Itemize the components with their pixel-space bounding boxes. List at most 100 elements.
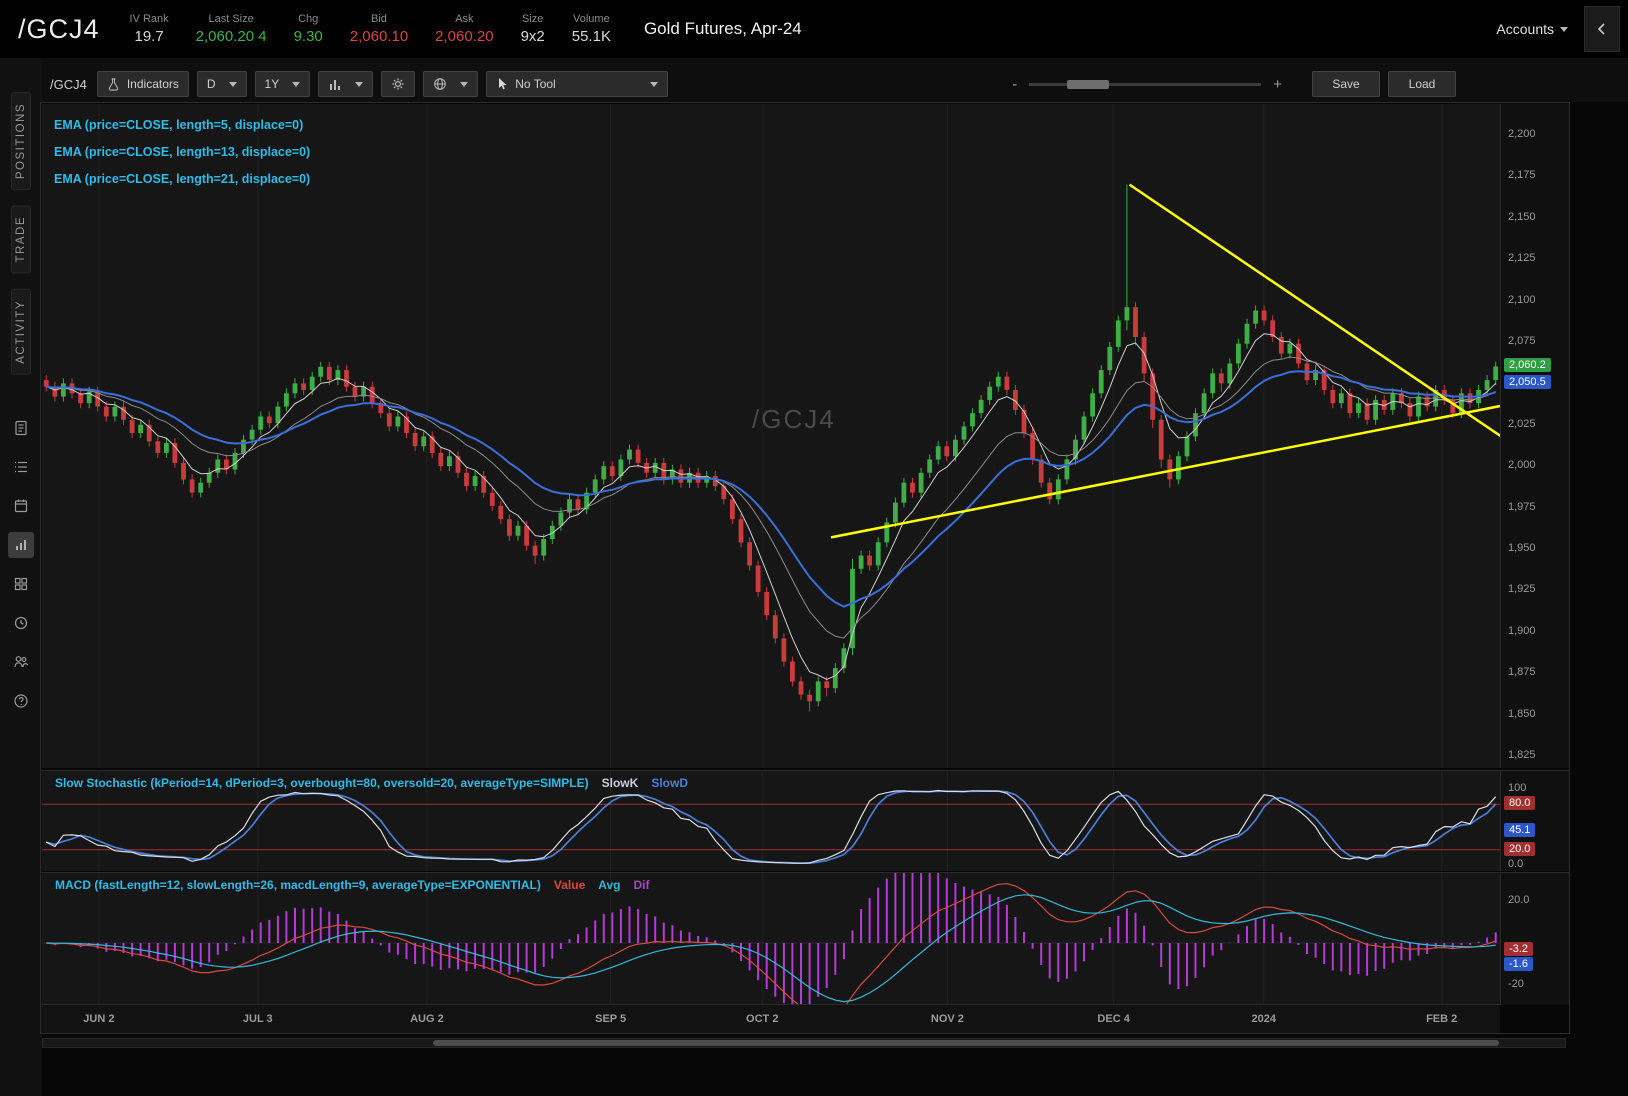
- stochastic-pane[interactable]: Slow Stochastic (kPeriod=14, dPeriod=3, …: [42, 770, 1500, 871]
- indicators-flask-icon: [108, 77, 118, 91]
- axis-tick: 1,950: [1508, 541, 1536, 554]
- chart-icon[interactable]: [8, 532, 34, 559]
- zoom-slider-thumb[interactable]: [1067, 79, 1110, 89]
- chevron-down-icon: [650, 81, 659, 87]
- zoom-out-button[interactable]: -: [1008, 76, 1021, 93]
- stat-value: 2,060.10: [349, 28, 409, 45]
- axis-tick: 2,150: [1508, 210, 1536, 223]
- save-button[interactable]: Save: [1312, 71, 1380, 97]
- axis-tick: 2,175: [1508, 169, 1536, 182]
- sidebar-tab-trade[interactable]: TRADE: [11, 205, 31, 274]
- users-icon[interactable]: [8, 649, 34, 675]
- stat-value: 55.1K: [571, 28, 611, 45]
- stat-label: Last Size: [208, 13, 254, 25]
- axis-tick: 1,875: [1508, 666, 1536, 679]
- list-icon[interactable]: [8, 454, 34, 480]
- stat-ask: Ask 2,060.20: [435, 13, 493, 45]
- left-sidebar: POSITIONS TRADE ACTIVITY: [0, 58, 42, 1096]
- stochastic-canvas: [42, 771, 1500, 871]
- chart-grid-dropdown[interactable]: [423, 71, 479, 97]
- accounts-label: Accounts: [1496, 21, 1554, 37]
- macd-axis[interactable]: 20.0 -20 -3.2 -1.6: [1500, 872, 1569, 1005]
- zoom-in-button[interactable]: +: [1269, 76, 1286, 93]
- trading-platform-window: /GCJ4 IV Rank 19.7 Last Size 2,060.20 4 …: [0, 0, 1628, 1096]
- axis-tick: 100: [1508, 782, 1527, 794]
- time-axis-label: FEB 2: [1426, 1013, 1458, 1025]
- time-axis-label: SEP 5: [595, 1013, 627, 1025]
- range-value: 1Y: [264, 77, 280, 91]
- axis-badge: 20.0: [1504, 841, 1536, 856]
- stat-value: 9.30: [293, 28, 323, 45]
- grid-icon[interactable]: [8, 571, 34, 597]
- sidebar-icon-stack: [8, 415, 34, 714]
- chevron-down-icon: [460, 81, 469, 87]
- collapse-panel-button[interactable]: [1584, 6, 1620, 52]
- axis-tick: 2,075: [1508, 334, 1536, 347]
- price-pane[interactable]: /GCJ4 EMA (price=CLOSE, length=5, displa…: [42, 104, 1500, 768]
- gear-icon: [392, 78, 404, 90]
- axis-tick: 1,925: [1508, 583, 1536, 596]
- time-axis-label: AUG 2: [410, 1013, 444, 1025]
- time-axis[interactable]: JUN 2 JUL 3 AUG 2 SEP 5 OCT 2 NOV 2 DEC 4 2024 F…: [42, 1004, 1500, 1033]
- stochastic-axis[interactable]: 100 0.0 80.0 45.1 20.0: [1500, 770, 1569, 871]
- price-axis[interactable]: 2,2002,1752,1502,1252,1002,0752,0502,025…: [1500, 104, 1569, 768]
- axis-tick: 2,200: [1508, 127, 1536, 140]
- quote-header: /GCJ4 IV Rank 19.7 Last Size 2,060.20 4 …: [0, 0, 1628, 58]
- chart-scrollbar[interactable]: [42, 1038, 1566, 1048]
- time-axis-label: OCT 2: [746, 1013, 779, 1025]
- axis-tick: 2,025: [1508, 417, 1536, 430]
- axis-tick: 2,100: [1508, 293, 1536, 306]
- axis-tick: 1,825: [1508, 748, 1536, 761]
- axis-badge: 2,050.5: [1504, 374, 1551, 389]
- calendar-icon[interactable]: [8, 493, 34, 519]
- axis-tick: 20.0: [1508, 894, 1530, 906]
- axis-badge: -1.6: [1504, 956, 1533, 971]
- macd-canvas: [42, 873, 1500, 1005]
- notes-icon[interactable]: [8, 415, 34, 441]
- axis-badge: 80.0: [1504, 796, 1536, 811]
- clock-icon[interactable]: [8, 610, 34, 636]
- stat-iv-rank: IV Rank 19.7: [130, 13, 169, 45]
- indicators-button[interactable]: Indicators: [96, 71, 189, 97]
- indicators-label: Indicators: [126, 77, 179, 91]
- time-axis-label: DEC 4: [1097, 1013, 1130, 1025]
- axis-tick: 2,000: [1508, 459, 1536, 472]
- axis-badge: 45.1: [1504, 822, 1536, 837]
- stat-value: 19.7: [134, 28, 164, 45]
- chevron-down-icon: [228, 81, 237, 87]
- price-chart-canvas: [43, 104, 1500, 768]
- timeframe-dropdown[interactable]: D: [196, 71, 247, 97]
- stat-size: Size 9x2: [521, 13, 545, 45]
- macd-pane[interactable]: MACD (fastLength=12, slowLength=26, macd…: [42, 872, 1500, 1005]
- accounts-menu[interactable]: Accounts: [1496, 21, 1568, 37]
- axis-badge: -3.2: [1504, 941, 1533, 956]
- axis-tick: 1,975: [1508, 500, 1536, 513]
- chart-settings-button[interactable]: [381, 71, 416, 97]
- chevron-down-icon: [292, 81, 301, 87]
- drawing-tool-dropdown[interactable]: No Tool: [486, 71, 669, 97]
- zoom-control: - +: [1008, 76, 1286, 93]
- zoom-slider-track[interactable]: [1029, 79, 1262, 89]
- stat-bid: Bid 2,060.10: [350, 13, 408, 45]
- stat-label: Bid: [371, 13, 387, 25]
- scrollbar-thumb[interactable]: [433, 1040, 1499, 1046]
- chart-style-dropdown[interactable]: [318, 71, 374, 97]
- axis-tick: -20: [1508, 978, 1524, 990]
- chart-toolbar: /GCJ4 Indicators D 1Y No Tool - + Save L…: [50, 70, 1456, 98]
- stat-label: Volume: [573, 13, 610, 25]
- help-icon[interactable]: [8, 688, 34, 714]
- globe-grid-icon: [434, 78, 447, 90]
- stat-label: Ask: [455, 13, 474, 25]
- sidebar-tab-positions[interactable]: POSITIONS: [11, 92, 31, 191]
- load-button[interactable]: Load: [1388, 71, 1456, 97]
- axis-tick: 0.0: [1508, 858, 1524, 870]
- stat-label: IV Rank: [129, 13, 169, 25]
- time-axis-label: JUN 2: [83, 1013, 115, 1025]
- stat-label: Chg: [298, 13, 319, 25]
- sidebar-tab-activity[interactable]: ACTIVITY: [11, 288, 31, 375]
- stat-value: 9x2: [520, 28, 545, 45]
- range-dropdown[interactable]: 1Y: [254, 71, 311, 97]
- stat-last-size: Last Size 2,060.20 4: [196, 13, 267, 45]
- stat-value: 2,060.20: [435, 28, 494, 45]
- axis-badge: 2,060.2: [1504, 358, 1551, 373]
